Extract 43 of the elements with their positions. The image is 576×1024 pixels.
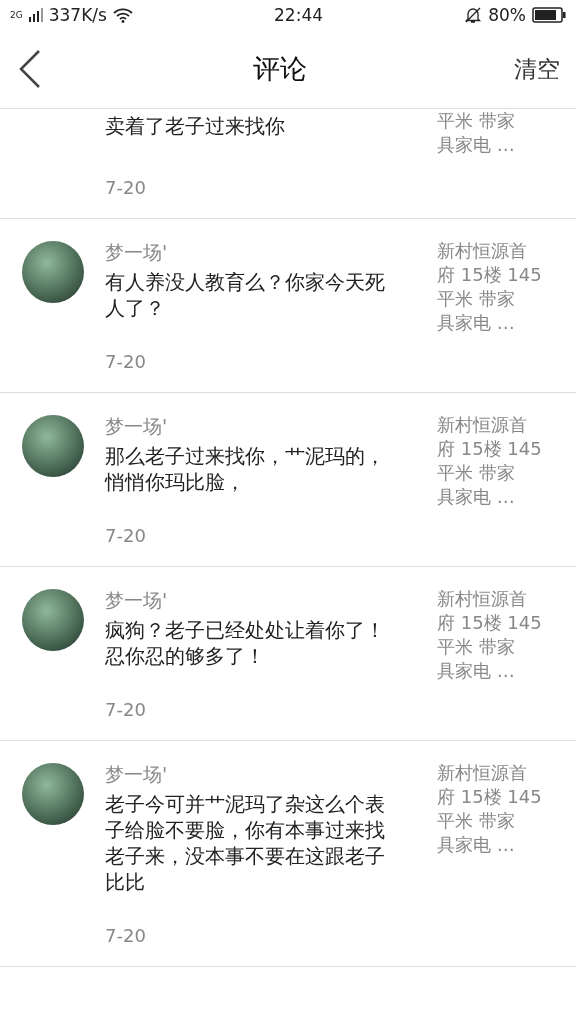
user-name[interactable]: 梦一场': [105, 239, 403, 265]
page-title: 评论: [252, 52, 308, 86]
comment-text: 有人养没人教育么？你家今天死人了？: [105, 269, 386, 321]
post-title-line: 具家电 …: [437, 659, 516, 683]
network-speed: 337K/s: [48, 5, 107, 25]
signal-icon: [28, 8, 43, 22]
post-title-line: 平米 带家: [437, 461, 516, 485]
post-title-line: 府 15楼 145: [437, 437, 542, 461]
back-chevron-icon: [18, 49, 42, 89]
post-title-line: 具家电 …: [437, 485, 516, 509]
post-title-line: 府 15楼 145: [437, 611, 542, 635]
comment-text: 疯狗？老子已经处处让着你了！忍你忍的够多了！: [105, 617, 386, 669]
battery-percent: 80%: [488, 5, 526, 25]
user-name[interactable]: 梦一场': [105, 413, 403, 439]
comment-date: 7-20: [105, 525, 147, 546]
comment-date: 7-20: [105, 699, 147, 720]
post-title-line: 平米 带家: [437, 287, 516, 311]
post-title-line: 平米 带家: [437, 635, 516, 659]
post-title-line: 新村恒源首: [437, 239, 528, 263]
comment-date: 7-20: [105, 925, 147, 946]
comment-date: 7-20: [105, 351, 147, 372]
post-title-line: 平米 带家: [437, 109, 515, 133]
wifi-icon: [112, 7, 133, 23]
post-title-line: 新村恒源首: [437, 761, 528, 785]
post-title-line: 具家电 …: [437, 133, 515, 157]
post-title-line: 新村恒源首: [437, 587, 528, 611]
post-title-line: 府 15楼 145: [437, 785, 542, 809]
post-title-line: 具家电 …: [437, 833, 516, 857]
muted-bell-icon: [464, 6, 483, 24]
battery-icon: [532, 7, 566, 23]
clear-button[interactable]: 清空: [514, 53, 560, 85]
user-name[interactable]: 梦一场': [105, 761, 403, 787]
user-name[interactable]: 梦一场': [105, 587, 403, 613]
post-title-line: 具家电 …: [437, 311, 516, 335]
comment-text: 卖着了老子过来找你: [105, 113, 286, 139]
comment-date: 7-20: [105, 177, 147, 198]
comment-text: 老子今可并艹泥玛了杂这么个表子给脸不要脸，你有本事过来找老子来，没本事不要在这跟老子比比: [105, 791, 386, 895]
post-title-line: 新村恒源首: [437, 413, 528, 437]
post-title-line: 平米 带家: [437, 809, 516, 833]
clock: 22:44: [274, 5, 324, 25]
post-title-line: 府 15楼 145: [437, 263, 542, 287]
network-type: 2G: [10, 10, 23, 20]
comment-text: 那么老子过来找你，艹泥玛的，悄悄你玛比脸，: [105, 443, 386, 495]
